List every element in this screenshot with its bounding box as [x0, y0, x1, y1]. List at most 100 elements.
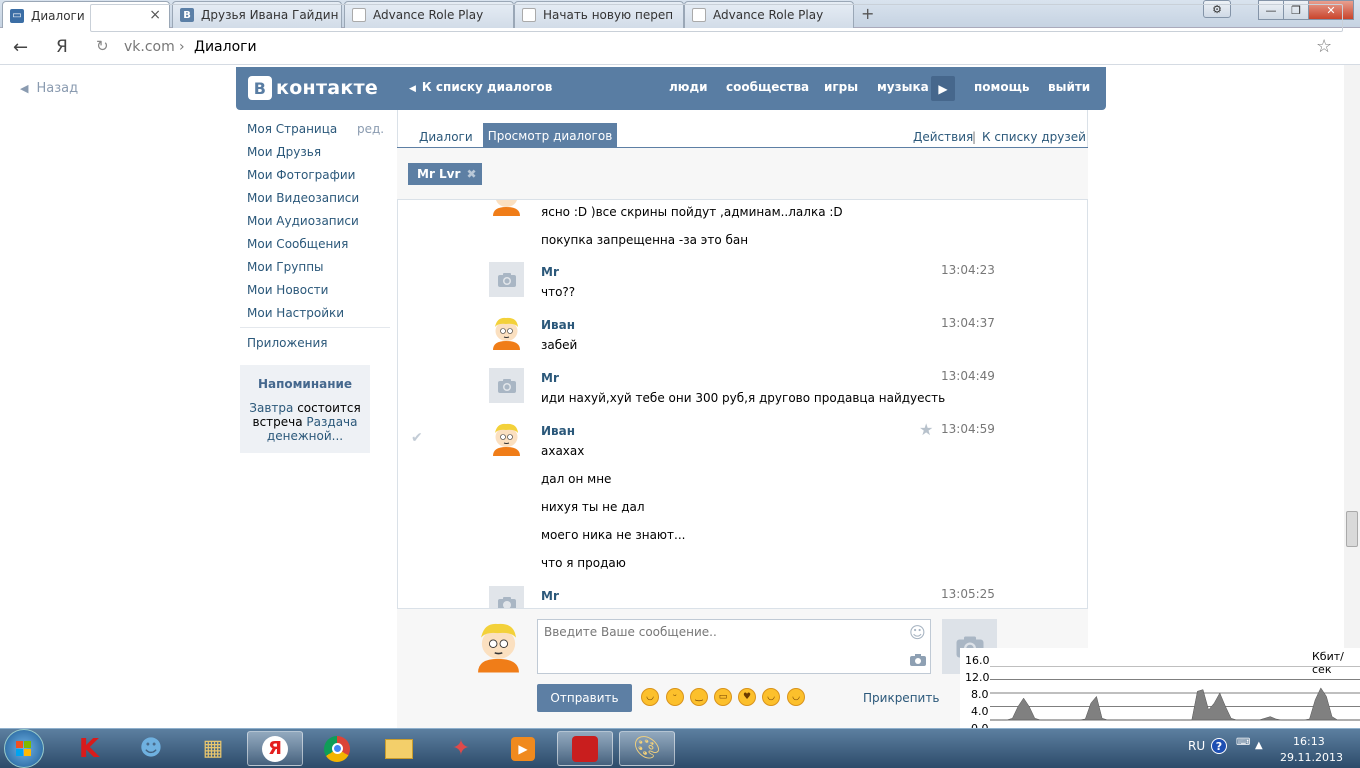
smile-icon[interactable]: ☺	[909, 623, 926, 642]
reminder-link-event-2[interactable]: денежной...	[267, 429, 343, 443]
actions-link[interactable]: Действия	[913, 130, 973, 144]
keyboard-icon[interactable]: ⌨	[1236, 737, 1250, 748]
meter-tick: 12.0	[965, 671, 990, 684]
message-author[interactable]: Mr	[541, 371, 559, 385]
friends-list-link[interactable]: К списку друзей	[982, 130, 1086, 144]
reminder-box: Напоминание Завтра состоится встреча Раз…	[240, 365, 370, 453]
yandex-button[interactable]: Я	[56, 37, 68, 57]
vk-logo-text: контакте	[276, 77, 379, 99]
menu-news[interactable]: Мои Новости	[247, 283, 328, 297]
back-link[interactable]: ◀ Назад	[20, 81, 78, 96]
emoji-grin-icon[interactable]: ▭	[714, 688, 732, 706]
message-author[interactable]: Иван	[541, 318, 575, 332]
archive-icon[interactable]: ▦	[185, 731, 241, 766]
menu-audio[interactable]: Мои Аудиозаписи	[247, 214, 359, 228]
nav-music[interactable]: музыка	[877, 80, 929, 94]
attach-link[interactable]: Прикрепить	[863, 691, 939, 705]
menu-photos[interactable]: Мои Фотографии	[247, 168, 355, 182]
clock-time[interactable]: 16:13	[1293, 735, 1325, 748]
remove-icon[interactable]: ✖	[466, 167, 476, 181]
menu-groups[interactable]: Мои Группы	[247, 260, 324, 274]
yandex-browser-icon[interactable]: Я	[247, 731, 303, 766]
message-author[interactable]: Иван	[541, 424, 575, 438]
url-page: Диалоги	[194, 39, 257, 55]
emoji-heart-eyes-icon[interactable]: ♥	[738, 688, 756, 706]
message-time[interactable]: 13:04:49	[941, 369, 995, 383]
emoji-smile-icon[interactable]: ◡	[641, 688, 659, 706]
media-player-icon[interactable]: ▶	[495, 731, 551, 766]
triangle-left-icon: ◀	[20, 82, 29, 95]
emoji-kiss-icon[interactable]: ᵕ	[666, 688, 684, 706]
nav-people[interactable]: люди	[669, 80, 708, 94]
emoji-unamused-icon[interactable]: ‿	[690, 688, 708, 706]
clock-date[interactable]: 29.11.2013	[1280, 751, 1343, 764]
menu-my-page[interactable]: Моя Страница	[247, 122, 337, 136]
message-author[interactable]: Mr	[541, 265, 559, 279]
edit-link[interactable]: ред.	[357, 122, 384, 136]
reminder-text-2: встреча	[252, 415, 307, 429]
reload-icon[interactable]: ↻	[96, 37, 109, 55]
message-time[interactable]: 13:04:23	[941, 263, 995, 277]
page-scrollbar[interactable]	[1344, 65, 1360, 728]
menu-settings[interactable]: Мои Настройки	[247, 306, 344, 320]
url-field[interactable]	[90, 4, 1343, 32]
menu-apps[interactable]: Приложения	[247, 336, 328, 350]
message-text: что??	[541, 285, 576, 299]
bookmark-star-icon[interactable]: ☆	[1316, 36, 1332, 57]
help-icon[interactable]: ?	[1211, 738, 1227, 754]
tab-view-dialogs[interactable]: Просмотр диалогов	[483, 123, 617, 148]
nav-help[interactable]: помощь	[974, 80, 1029, 94]
screen: ▭ Диалоги × В Друзья Ивана Гайдин Advanc…	[0, 0, 1360, 768]
camera-icon[interactable]	[910, 654, 926, 666]
menu-messages[interactable]: Мои Сообщения	[247, 237, 348, 251]
my-avatar[interactable]	[472, 618, 525, 674]
menu-videos[interactable]: Мои Видеозаписи	[247, 191, 359, 205]
reminder-title: Напоминание	[257, 377, 353, 391]
game-icon[interactable]: ✦	[433, 731, 489, 766]
reminder-link-event[interactable]: Раздача	[306, 415, 357, 429]
message-author[interactable]: Mr	[541, 589, 559, 603]
tab-dialogs-list[interactable]: Диалоги	[419, 130, 473, 144]
kaspersky-icon[interactable]: K	[61, 731, 117, 766]
send-button[interactable]: Отправить	[537, 684, 632, 712]
emoji-laugh-icon[interactable]: ◡	[762, 688, 780, 706]
camera-avatar-icon[interactable]	[489, 586, 524, 608]
start-button[interactable]	[4, 729, 44, 768]
tray-expand-icon[interactable]: ▲	[1255, 740, 1263, 751]
avatar[interactable]	[489, 200, 524, 216]
avatar[interactable]	[489, 421, 524, 456]
message-time[interactable]: 13:04:59	[941, 422, 995, 436]
tab-title: Диалоги	[31, 8, 85, 23]
message-text: моего ника не знают...	[541, 528, 686, 542]
menu-friends[interactable]: Мои Друзья	[247, 145, 321, 159]
participant-chip[interactable]: Mr Lvr ✖	[408, 163, 482, 185]
nav-games[interactable]: игры	[824, 80, 858, 94]
messenger-icon[interactable]: ☻	[123, 731, 179, 766]
message-time[interactable]: 13:04:37	[941, 316, 995, 330]
emoji-wink-icon[interactable]: ◡	[787, 688, 805, 706]
camera-avatar-icon[interactable]	[489, 262, 524, 297]
to-dialogs-link[interactable]: ◀ К списку диалогов	[409, 80, 552, 94]
explorer-icon[interactable]	[371, 731, 427, 766]
camera-avatar-icon[interactable]	[489, 368, 524, 403]
back-arrow-icon[interactable]: ←	[13, 37, 28, 58]
check-icon[interactable]: ✔	[411, 430, 423, 446]
meter-tick: 4.0	[971, 705, 989, 718]
avatar[interactable]	[489, 315, 524, 350]
paint-icon[interactable]: 🎨︎	[619, 731, 675, 766]
reminder-link-tomorrow[interactable]: Завтра	[249, 401, 293, 415]
scrollbar-thumb[interactable]	[1346, 511, 1358, 547]
message-placeholder: Введите Ваше сообщение..	[544, 625, 717, 639]
play-icon[interactable]: ▶	[931, 76, 955, 101]
nav-logout[interactable]: выйти	[1048, 80, 1090, 94]
message-text: забей	[541, 338, 578, 352]
app-icon[interactable]	[557, 731, 613, 766]
meter-tick: 16.0	[965, 654, 990, 667]
vk-logo[interactable]: В контакте	[248, 76, 378, 100]
message-input[interactable]: Введите Ваше сообщение.. ☺	[537, 619, 931, 674]
message-time[interactable]: 13:05:25	[941, 587, 995, 601]
chrome-icon[interactable]	[309, 731, 365, 766]
star-icon[interactable]: ★	[919, 420, 933, 439]
language-indicator[interactable]: RU	[1188, 739, 1205, 753]
nav-communities[interactable]: сообщества	[726, 80, 809, 94]
